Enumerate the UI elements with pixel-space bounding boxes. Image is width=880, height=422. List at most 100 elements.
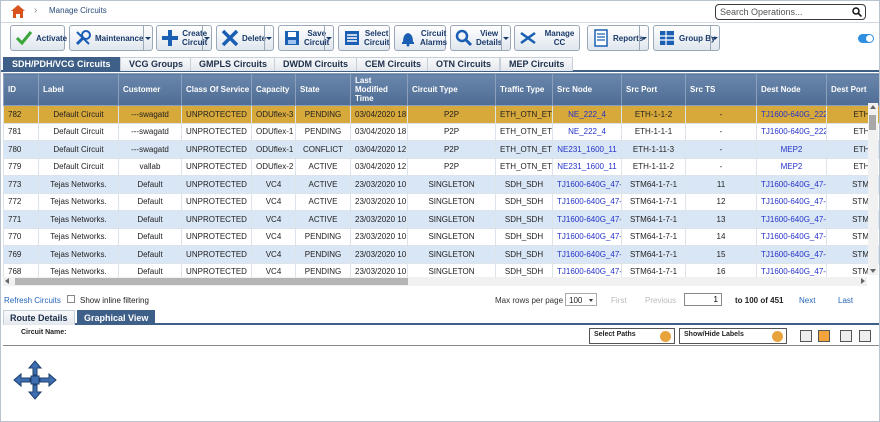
table-row[interactable]: 772 Tejas Networks. Default UNPROTECTED VC4 A… <box>3 192 879 211</box>
tab-graphical-view[interactable]: Graphical View <box>77 310 156 325</box>
pan-arrows-icon[interactable] <box>13 360 57 400</box>
maintenance-dropdown-icon[interactable] <box>143 26 152 50</box>
refresh-circuits-link[interactable]: Refresh Circuits <box>4 296 61 305</box>
home-icon[interactable] <box>10 4 26 19</box>
breadcrumb-separator-icon: › <box>34 5 38 16</box>
circuit-alarms-button[interactable]: Circuit Alarms <box>394 25 447 51</box>
previous-page-link[interactable]: Previous <box>645 296 676 305</box>
tab-sdh-pdh-vcg[interactable]: SDH/PDH/VCG Circuits <box>3 57 120 71</box>
tab-otn[interactable]: OTN Circuits <box>427 57 501 71</box>
column-header[interactable]: ID <box>3 73 39 106</box>
settings-icon[interactable] <box>859 330 871 342</box>
tab-dwdm[interactable]: DWDM Circuits <box>274 57 357 71</box>
table-cell[interactable]: TJ1600-640G_47-5 <box>756 192 827 211</box>
group-by-dropdown-icon[interactable] <box>710 26 719 50</box>
maintenance-button[interactable]: Maintenance <box>69 25 153 51</box>
table-cell: SDH_SDH <box>495 227 553 246</box>
last-page-link[interactable]: Last <box>838 296 853 305</box>
table-cell[interactable]: MEP2 <box>756 140 827 159</box>
group-icon <box>660 31 674 45</box>
fit-view-icon[interactable] <box>800 330 812 342</box>
tab-mep[interactable]: MEP Circuits <box>500 57 574 71</box>
column-header[interactable]: Dest Node <box>756 73 827 106</box>
column-header[interactable]: Src TS <box>685 73 757 106</box>
select-paths-dropdown[interactable]: Select Paths <box>589 328 675 344</box>
table-cell: - <box>685 105 757 124</box>
create-dropdown-icon[interactable] <box>202 26 211 50</box>
table-row[interactable]: 769 Tejas Networks. Default UNPROTECTED VC4 P… <box>3 245 879 264</box>
table-cell: PENDING <box>295 227 351 246</box>
save-dropdown-icon[interactable] <box>324 26 333 50</box>
table-row[interactable]: 782 Default Circuit ---swagatd UNPROTECTED O… <box>3 105 879 124</box>
show-hide-labels-dropdown[interactable]: Show/Hide Labels <box>679 328 787 344</box>
search-input[interactable] <box>715 4 866 20</box>
vertical-scrollbar[interactable] <box>868 103 878 275</box>
column-header[interactable]: Capacity <box>251 73 296 106</box>
table-cell: UNPROTECTED <box>181 175 252 194</box>
table-cell[interactable]: TJ1600-640G_47-5 <box>756 245 827 264</box>
pdf-icon[interactable] <box>840 330 852 342</box>
table-cell: STM64-1-7-1 <box>621 245 686 264</box>
column-header[interactable]: Dest Port <box>826 73 879 106</box>
save-circuit-button[interactable]: Save Circuit <box>278 25 334 51</box>
create-circuit-button[interactable]: Create Circuit <box>156 25 212 51</box>
inline-filter-checkbox[interactable] <box>67 295 75 303</box>
max-rows-select[interactable]: 100 <box>565 293 597 306</box>
table-cell[interactable]: TJ1600-640G_47-5 <box>552 192 622 211</box>
column-header[interactable]: State <box>295 73 351 106</box>
table-cell[interactable]: TJ1600-640G_47-5 <box>552 227 622 246</box>
table-row[interactable]: 770 Tejas Networks. Default UNPROTECTED VC4 P… <box>3 227 879 246</box>
group-by-button[interactable]: Group By <box>653 25 720 51</box>
tab-route-details[interactable]: Route Details <box>3 310 75 325</box>
tab-cem[interactable]: CEM Circuits <box>356 57 431 71</box>
table-cell[interactable]: TJ1600-640G_222- <box>756 122 827 141</box>
column-header[interactable]: Last Modified Time <box>350 73 408 106</box>
table-cell[interactable]: TJ1600-640G_47-5 <box>552 175 622 194</box>
table-row[interactable]: 780 Default Circuit ---swagatd UNPROTECTED O… <box>3 140 879 159</box>
table-cell[interactable]: NE231_1600_11 <box>552 157 622 176</box>
table-cell[interactable]: NE231_1600_11 <box>552 140 622 159</box>
search-icon[interactable] <box>852 7 862 17</box>
table-cell[interactable]: NE_222_4 <box>552 105 622 124</box>
column-header[interactable]: Label <box>38 73 119 106</box>
table-cell[interactable]: TJ1600-640G_47-5 <box>756 210 827 229</box>
table-row[interactable]: 779 Default Circuit vallab UNPROTECTED ODUfl… <box>3 157 879 176</box>
table-cell[interactable]: TJ1600-640G_47-5 <box>552 245 622 264</box>
activate-button[interactable]: Activate <box>10 25 67 51</box>
reports-button[interactable]: Reports <box>587 25 649 51</box>
table-cell[interactable]: TJ1600-640G_47-5 <box>756 227 827 246</box>
view-details-button[interactable]: View Details <box>450 25 511 51</box>
table-cell[interactable]: MEP2 <box>756 157 827 176</box>
table-cell[interactable]: NE_222_4 <box>552 122 622 141</box>
column-header[interactable]: Traffic Type <box>495 73 553 106</box>
breadcrumb[interactable]: Manage Circuits <box>49 6 107 15</box>
view-toggle[interactable] <box>858 34 874 43</box>
table-row[interactable]: 771 Tejas Networks. Default UNPROTECTED VC4 A… <box>3 210 879 229</box>
tab-vcg-groups[interactable]: VCG Groups <box>120 57 193 71</box>
column-header[interactable]: Customer <box>118 73 182 106</box>
first-page-link[interactable]: First <box>611 296 627 305</box>
horizontal-scrollbar[interactable] <box>3 277 867 286</box>
reports-dropdown-icon[interactable] <box>639 26 648 50</box>
export-icon[interactable] <box>818 330 830 342</box>
table-cell[interactable]: TJ1600-640G_47-5 <box>552 210 622 229</box>
table-row[interactable]: 781 Default Circuit ---swagatd UNPROTECTED O… <box>3 122 879 141</box>
delete-dropdown-icon[interactable] <box>264 26 273 50</box>
column-header[interactable]: Circuit Type <box>407 73 496 106</box>
page-number-input[interactable] <box>684 293 722 306</box>
column-header[interactable]: Src Port <box>621 73 686 106</box>
magnifier-icon <box>455 29 473 47</box>
table-cell: SDH_SDH <box>495 192 553 211</box>
view-dropdown-icon[interactable] <box>501 26 510 50</box>
delete-button[interactable]: Delete <box>216 25 274 51</box>
table-cell[interactable]: TJ1600-640G_222- <box>756 105 827 124</box>
tab-gmpls[interactable]: GMPLS Circuits <box>190 57 277 71</box>
table-row[interactable]: 773 Tejas Networks. Default UNPROTECTED VC4 A… <box>3 175 879 194</box>
next-page-link[interactable]: Next <box>799 296 815 305</box>
table-cell[interactable]: TJ1600-640G_47-5 <box>756 175 827 194</box>
column-header[interactable]: Class Of Service <box>181 73 252 106</box>
column-header[interactable]: Src Node <box>552 73 622 106</box>
select-circuit-button[interactable]: Select Circuit <box>338 25 390 51</box>
table-cell: ETH_OTN_ETH <box>495 157 553 176</box>
manage-cc-button[interactable]: Manage CC <box>514 25 580 51</box>
